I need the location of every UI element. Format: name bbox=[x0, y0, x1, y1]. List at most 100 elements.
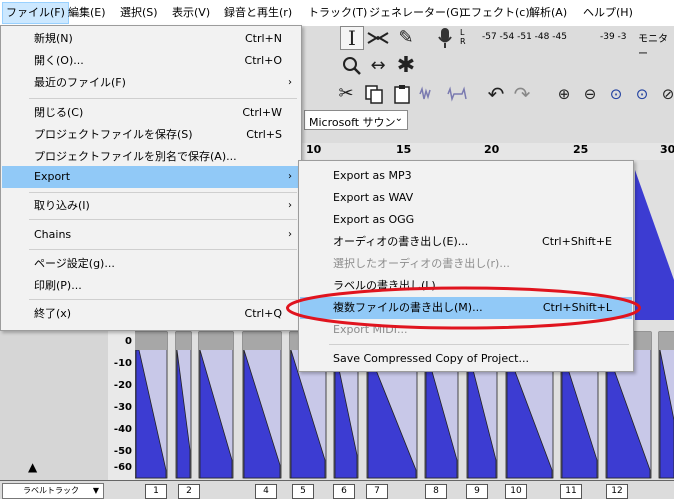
copy-button[interactable] bbox=[362, 82, 386, 106]
label-box[interactable]: 12 bbox=[606, 484, 628, 499]
cut-button[interactable]: ✂ bbox=[334, 82, 358, 106]
label-track[interactable]: ラベルトラック ▼ 1 2 4 5 6 7 8 9 10 11 12 bbox=[0, 480, 674, 499]
file-menu-print[interactable]: 印刷(P)... bbox=[2, 275, 300, 297]
paste-button[interactable] bbox=[390, 82, 414, 106]
menu-item-label: プロジェクトファイルを別名で保存(A)... bbox=[34, 150, 237, 163]
export-selected-audio: 選択したオーディオの書き出し(r)... bbox=[300, 253, 632, 275]
export-audio[interactable]: オーディオの書き出し(E)... Ctrl+Shift+E bbox=[300, 231, 632, 253]
label-box[interactable]: 4 bbox=[255, 484, 277, 499]
menu-generate[interactable]: ジェネレーター(G) bbox=[366, 3, 466, 23]
playback-device-select[interactable]: Microsoft サウン ⌄ bbox=[304, 110, 408, 130]
export-as-ogg[interactable]: Export as OGG bbox=[300, 209, 632, 231]
zoom-tool[interactable] bbox=[340, 54, 364, 78]
menu-item-label: 最近のファイル(F) bbox=[34, 76, 126, 89]
file-menu-new[interactable]: 新規(N) Ctrl+N bbox=[2, 28, 300, 50]
copy-icon bbox=[365, 85, 383, 104]
i-beam-icon: I bbox=[348, 26, 356, 50]
silence-button[interactable] bbox=[446, 82, 470, 106]
selection-tool[interactable]: I bbox=[340, 26, 364, 50]
ruler-label: 20 bbox=[484, 143, 500, 156]
meter-scale: -57 -54 -51 -48 -45 bbox=[482, 32, 567, 42]
file-menu-recent-files[interactable]: 最近のファイル(F) › bbox=[2, 72, 300, 94]
dropdown-arrow-icon: ▼ bbox=[92, 486, 99, 495]
multi-tool[interactable]: ✱ bbox=[394, 54, 418, 78]
menu-file[interactable]: ファイル(F) bbox=[2, 2, 69, 24]
ruler-label: 25 bbox=[573, 143, 589, 156]
zoom-in-button[interactable]: ⊕ bbox=[552, 82, 576, 106]
time-shift-tool[interactable]: ↔ bbox=[366, 54, 390, 78]
envelope-tool[interactable] bbox=[366, 26, 390, 50]
label-box[interactable]: 9 bbox=[466, 484, 488, 499]
export-submenu: Export as MP3 Export as WAV Export as OG… bbox=[298, 160, 634, 372]
menu-help[interactable]: ヘルプ(H) bbox=[580, 3, 636, 23]
zoom-in-icon: ⊕ bbox=[557, 84, 571, 103]
timeline-ruler[interactable]: 10 15 20 25 30 bbox=[300, 143, 674, 161]
trim-audio-icon bbox=[419, 86, 431, 100]
submenu-arrow-icon: › bbox=[288, 200, 292, 211]
file-menu-chains[interactable]: Chains › bbox=[2, 224, 300, 246]
scissors-icon: ✂ bbox=[338, 83, 354, 104]
menu-item-label: ラベルの書き出し(L)... bbox=[333, 279, 447, 292]
menu-item-shortcut: Ctrl+Shift+L bbox=[542, 301, 612, 314]
label-box[interactable]: 7 bbox=[366, 484, 388, 499]
draw-tool[interactable]: ✎ bbox=[394, 26, 418, 50]
zoom-out-button[interactable]: ⊖ bbox=[578, 82, 602, 106]
vscale-label: -20 bbox=[113, 380, 132, 391]
menu-item-label: 複数ファイルの書き出し(M)... bbox=[333, 301, 483, 314]
redo-button[interactable]: ↷ bbox=[510, 82, 534, 106]
menu-transport[interactable]: 録音と再生(r) bbox=[221, 3, 295, 23]
chevron-down-icon: ⌄ bbox=[394, 113, 403, 124]
file-menu-open[interactable]: 開く(O)... Ctrl+O bbox=[2, 50, 300, 72]
undo-icon: ↶ bbox=[487, 82, 505, 106]
label-box[interactable]: 1 bbox=[145, 484, 167, 499]
file-menu-import[interactable]: 取り込み(I) › bbox=[2, 195, 300, 217]
menu-tracks[interactable]: トラック(T) bbox=[305, 3, 370, 23]
label-box[interactable]: 5 bbox=[292, 484, 314, 499]
silence-audio-icon bbox=[447, 86, 467, 102]
menu-select[interactable]: 選択(S) bbox=[117, 3, 161, 23]
file-menu-page-setup[interactable]: ページ設定(g)... bbox=[2, 253, 300, 275]
export-as-wav[interactable]: Export as WAV bbox=[300, 187, 632, 209]
menu-analyze[interactable]: 解析(A) bbox=[526, 3, 570, 23]
menu-item-label: Save Compressed Copy of Project... bbox=[333, 352, 529, 365]
export-multiple[interactable]: 複数ファイルの書き出し(M)... Ctrl+Shift+L bbox=[300, 297, 632, 319]
fit-project-button[interactable]: ⊙ bbox=[630, 82, 654, 106]
file-menu-close[interactable]: 閉じる(C) Ctrl+W bbox=[2, 102, 300, 124]
fit-selection-button[interactable]: ⊙ bbox=[604, 82, 628, 106]
label-box[interactable]: 2 bbox=[178, 484, 200, 499]
label-track-menu[interactable]: ラベルトラック ▼ bbox=[2, 483, 104, 499]
menu-separator bbox=[29, 192, 297, 193]
export-as-mp3[interactable]: Export as MP3 bbox=[300, 165, 632, 187]
label-box[interactable]: 11 bbox=[560, 484, 582, 499]
label-box[interactable]: 6 bbox=[333, 484, 355, 499]
file-menu-exit[interactable]: 終了(x) Ctrl+Q bbox=[2, 303, 300, 325]
file-menu-save-project-as[interactable]: プロジェクトファイルを別名で保存(A)... bbox=[2, 146, 300, 168]
vscale-label: 0 bbox=[125, 336, 132, 347]
magnifier-icon bbox=[343, 57, 361, 75]
menu-edit[interactable]: 編集(E) bbox=[65, 3, 109, 23]
double-arrow-icon: ↔ bbox=[370, 55, 386, 76]
submenu-arrow-icon: › bbox=[288, 229, 292, 240]
zoom-toggle-button[interactable]: ⊘ bbox=[656, 82, 674, 106]
save-compressed-copy[interactable]: Save Compressed Copy of Project... bbox=[300, 348, 632, 370]
file-menu-export[interactable]: Export › bbox=[2, 166, 300, 188]
menu-item-label: ページ設定(g)... bbox=[34, 257, 115, 270]
record-meter-button[interactable] bbox=[433, 26, 457, 50]
menu-separator bbox=[329, 344, 629, 345]
menu-view[interactable]: 表示(V) bbox=[169, 3, 213, 23]
label-box[interactable]: 10 bbox=[505, 484, 527, 499]
vscale-label: -60 bbox=[113, 462, 132, 473]
menu-item-label: Export as OGG bbox=[333, 213, 415, 226]
trim-button[interactable] bbox=[418, 82, 442, 106]
menu-item-label: プロジェクトファイルを保存(S) bbox=[34, 128, 193, 141]
collapse-track-icon[interactable]: ▲ bbox=[28, 460, 37, 474]
zoom-out-icon: ⊖ bbox=[583, 84, 597, 103]
menu-effect[interactable]: エフェクト(c) bbox=[457, 3, 533, 23]
meter-scale-2: -39 -3 bbox=[600, 32, 627, 42]
file-menu-save-project[interactable]: プロジェクトファイルを保存(S) Ctrl+S bbox=[2, 124, 300, 146]
export-labels[interactable]: ラベルの書き出し(L)... bbox=[300, 275, 632, 297]
undo-button[interactable]: ↶ bbox=[484, 82, 508, 106]
menu-item-label: 選択したオーディオの書き出し(r)... bbox=[333, 257, 510, 270]
monitor-label[interactable]: モニター bbox=[638, 30, 674, 60]
label-box[interactable]: 8 bbox=[425, 484, 447, 499]
